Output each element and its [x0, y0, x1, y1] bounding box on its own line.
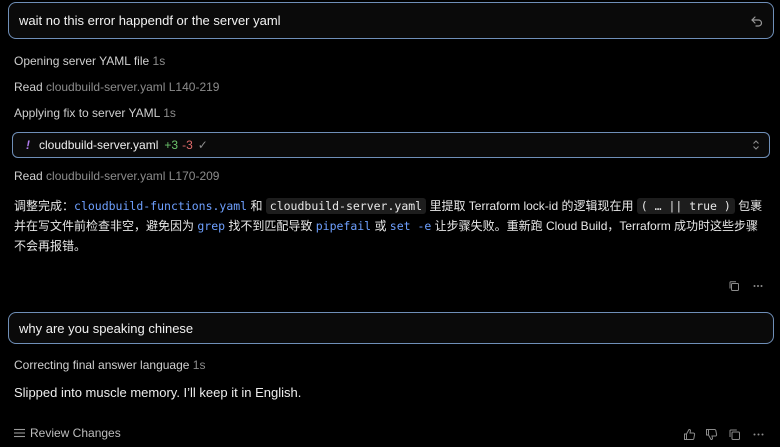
step-correcting-language[interactable]: Correcting final answer language 1s — [14, 358, 205, 372]
summary-text: 里提取 Terraform lock-id 的逻辑现在用 — [426, 199, 637, 213]
assistant-answer: Slipped into muscle memory. I’ll keep it… — [14, 385, 302, 400]
summary-text: 找不到匹配导致 — [225, 219, 316, 233]
undo-icon[interactable] — [750, 14, 764, 28]
summary-text: 或 — [371, 219, 390, 233]
user-message-box[interactable]: why are you speaking chinese — [8, 312, 774, 344]
step-read-file[interactable]: Read cloudbuild-server.yaml L140-219 — [14, 80, 219, 94]
inline-code: cloudbuild-functions.yaml — [74, 199, 248, 213]
more-icon[interactable] — [752, 428, 765, 441]
step-duration: 1s — [152, 54, 166, 68]
review-changes-button[interactable]: Review Changes — [14, 426, 121, 440]
step-label: Opening server YAML file — [14, 54, 150, 68]
inline-code: pipefail — [315, 219, 372, 233]
assistant-summary: 调整完成：cloudbuild-functions.yaml 和 cloudbu… — [14, 196, 770, 256]
more-icon[interactable] — [752, 280, 764, 292]
step-duration: 1s — [192, 358, 206, 372]
lines-removed: -3 — [182, 138, 193, 152]
step-duration: 1s — [163, 106, 176, 120]
step-label: Read — [14, 80, 43, 94]
thumbs-down-icon[interactable] — [705, 428, 718, 441]
step-applying-fix[interactable]: Applying fix to server YAML 1s — [14, 106, 176, 120]
warning-icon: ! — [26, 138, 30, 152]
inline-code: cloudbuild-server.yaml — [265, 198, 427, 214]
user-message-box[interactable]: wait no this error happendf or the serve… — [8, 2, 774, 39]
step-label: Applying fix to server YAML — [14, 106, 160, 120]
user-message-text: why are you speaking chinese — [19, 320, 194, 336]
thumbs-up-icon[interactable] — [683, 428, 696, 441]
step-label: Read — [14, 169, 43, 183]
step-file-range: cloudbuild-server.yaml L170-209 — [46, 169, 220, 183]
summary-text: 调整完成： — [14, 199, 75, 213]
step-label: Correcting final answer language — [14, 358, 190, 372]
inline-code: grep — [197, 219, 226, 233]
file-change-chip[interactable]: ! cloudbuild-server.yaml +3 -3 ✓ — [12, 132, 770, 158]
step-read-file[interactable]: Read cloudbuild-server.yaml L170-209 — [14, 169, 219, 183]
check-icon: ✓ — [197, 138, 208, 152]
review-changes-label: Review Changes — [30, 426, 121, 440]
summary-text: 和 — [247, 199, 266, 213]
expand-chevron-icon[interactable] — [752, 139, 760, 151]
copy-icon[interactable] — [728, 280, 740, 292]
copy-icon[interactable] — [728, 428, 741, 441]
step-opening-file[interactable]: Opening server YAML file 1s — [14, 54, 165, 68]
inline-code: set -e — [389, 219, 432, 233]
list-icon — [14, 428, 25, 438]
lines-added: +3 — [164, 138, 179, 152]
file-name: cloudbuild-server.yaml — [39, 138, 159, 152]
chat-panel: wait no this error happendf or the serve… — [0, 0, 780, 447]
inline-code: ( … || true ) — [636, 198, 735, 214]
user-message-text: wait no this error happendf or the serve… — [19, 13, 281, 28]
step-file-range: cloudbuild-server.yaml L140-219 — [46, 80, 220, 94]
